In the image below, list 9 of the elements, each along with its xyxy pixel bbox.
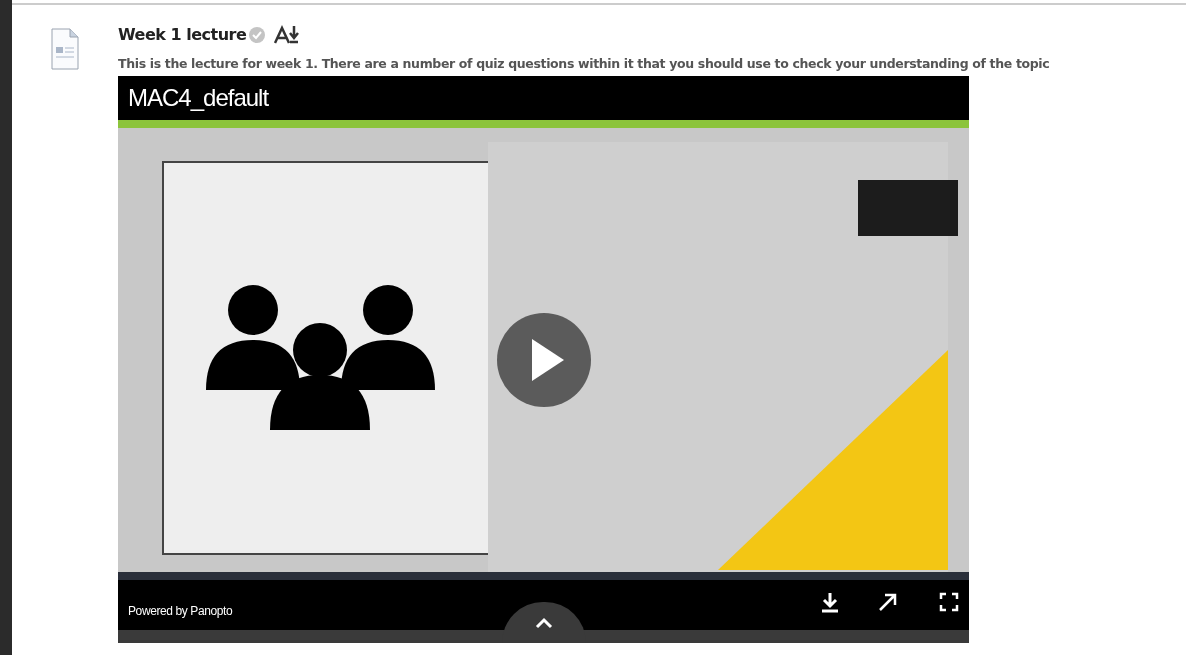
- activity-title[interactable]: Week 1 lecture: [118, 23, 247, 47]
- activity-description: This is the lecture for week 1. There are a number of quiz questions within it that you should use to check your understanding of the topic: [118, 55, 1050, 73]
- play-icon: [532, 338, 564, 381]
- download-button[interactable]: [819, 590, 841, 613]
- fullscreen-button[interactable]: [939, 591, 959, 612]
- completion-checkbox[interactable]: [248, 26, 267, 44]
- branding-text: Powered by Panopto: [128, 602, 233, 620]
- video-title: MAC4_default: [127, 82, 270, 113]
- caret-icon: [534, 615, 554, 630]
